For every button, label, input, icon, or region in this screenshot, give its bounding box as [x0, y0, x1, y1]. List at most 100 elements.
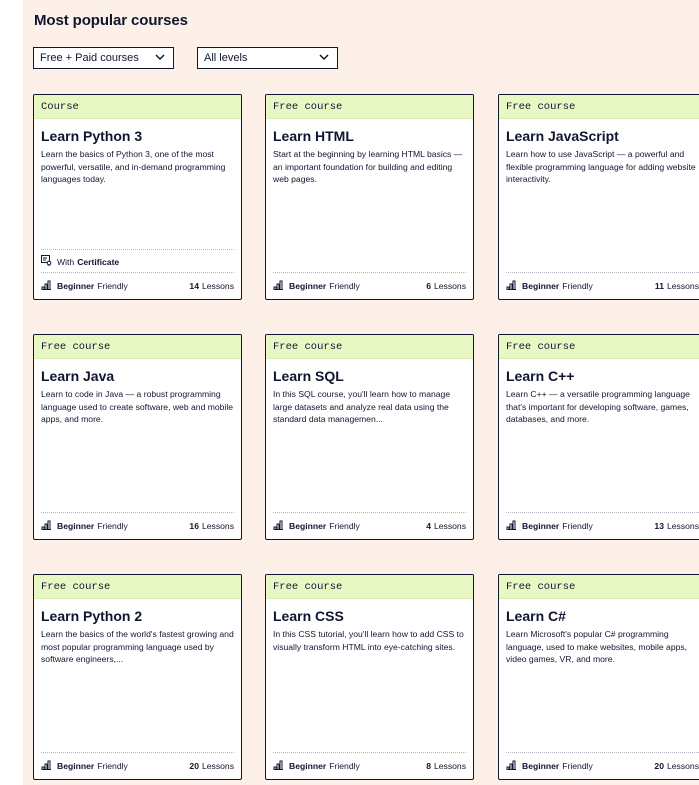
course-title: Learn C# — [506, 608, 566, 624]
difficulty-level: Beginner — [57, 521, 95, 531]
course-footer: Beginner Friendly 14 Lessons — [41, 272, 234, 299]
difficulty-level-suffix: Friendly — [562, 521, 593, 531]
level-bars-icon — [273, 280, 284, 292]
course-title: Learn SQL — [273, 368, 344, 384]
lesson-count-label: Lessons — [201, 281, 234, 291]
course-type-tag: Free course — [499, 575, 699, 599]
level-bars-icon — [41, 280, 52, 292]
course-description: Start at the beginning by learning HTML … — [273, 149, 463, 184]
certificate-icon — [41, 255, 52, 269]
course-description: Learn to code in Java — a robust program… — [41, 389, 234, 424]
course-card[interactable]: Free course Learn HTML Start at the beginn… — [265, 94, 474, 300]
level-filter-value: All levels — [204, 52, 248, 64]
course-title: Learn Java — [41, 368, 115, 384]
difficulty-level: Beginner — [289, 521, 327, 531]
level-filter-select[interactable]: All levels — [197, 47, 338, 69]
course-card[interactable]: Free course Learn JavaScript Learn how to … — [498, 94, 699, 300]
course-card[interactable]: Free course Learn Java Learn to code in Ja… — [33, 334, 242, 540]
difficulty-level: Beginner — [522, 281, 560, 291]
certificate-label: Certificate — [77, 257, 120, 267]
course-title: Learn Python 2 — [41, 608, 143, 624]
difficulty-level: Beginner — [289, 281, 327, 291]
course-footer: Beginner Friendly 20 Lessons — [506, 752, 699, 779]
level-bars-icon — [506, 520, 517, 532]
lesson-count: 13 — [654, 521, 664, 531]
level-bars-icon — [273, 520, 284, 532]
difficulty-level: Beginner — [57, 761, 95, 771]
lesson-count-label: Lessons — [666, 521, 699, 531]
lesson-count-label: Lessons — [201, 761, 234, 771]
course-type-tag: Free course — [266, 95, 473, 119]
course-type-tag: Free course — [266, 335, 473, 359]
lesson-count-label: Lessons — [666, 761, 699, 771]
course-title: Learn C++ — [506, 368, 575, 384]
level-bars-icon — [41, 760, 52, 772]
certificate-info: With Certificate — [41, 249, 234, 270]
lesson-count: 16 — [189, 521, 199, 531]
lesson-count-label: Lessons — [666, 281, 699, 291]
course-description: Learn the basics of the world's fastest … — [41, 629, 234, 664]
difficulty-level-suffix: Friendly — [562, 281, 593, 291]
course-card[interactable]: Free course Learn Python 2 Learn the basic… — [33, 574, 242, 780]
lesson-count: 14 — [189, 281, 199, 291]
course-card[interactable]: Free course Learn C# Learn Microsoft's pop… — [498, 574, 699, 780]
course-card[interactable]: Free course Learn SQL In this SQL course, … — [265, 334, 474, 540]
price-filter-value: Free + Paid courses — [40, 52, 139, 64]
difficulty-level: Beginner — [522, 521, 560, 531]
chevron-down-icon — [319, 48, 329, 61]
lesson-count-label: Lessons — [433, 521, 466, 531]
lesson-count: 20 — [654, 761, 664, 771]
course-type-tag: Course — [34, 95, 241, 119]
lesson-count: 8 — [426, 761, 431, 771]
course-footer: Beginner Friendly 20 Lessons — [41, 752, 234, 779]
course-footer: Beginner Friendly 4 Lessons — [273, 512, 466, 539]
lesson-count: 11 — [654, 281, 664, 291]
course-title: Learn Python 3 — [41, 128, 143, 144]
difficulty-level-suffix: Friendly — [97, 761, 128, 771]
level-bars-icon — [41, 520, 52, 532]
course-type-tag: Free course — [34, 575, 241, 599]
lesson-count: 20 — [189, 761, 199, 771]
course-title: Learn HTML — [273, 128, 354, 144]
course-type-tag: Free course — [499, 95, 699, 119]
difficulty-level-suffix: Friendly — [329, 281, 360, 291]
difficulty-level-suffix: Friendly — [97, 281, 128, 291]
course-footer: Beginner Friendly 16 Lessons — [41, 512, 234, 539]
difficulty-level-suffix: Friendly — [329, 521, 360, 531]
course-description: Learn C++ — a versatile programming lang… — [506, 389, 690, 424]
difficulty-level-suffix: Friendly — [329, 761, 360, 771]
price-filter-select[interactable]: Free + Paid courses — [33, 47, 174, 69]
level-bars-icon — [506, 760, 517, 772]
chevron-down-icon — [155, 48, 165, 61]
course-description: In this CSS tutorial, you'll learn how t… — [273, 629, 464, 652]
certificate-prefix: With — [57, 257, 75, 267]
lesson-count: 4 — [426, 521, 431, 531]
difficulty-level: Beginner — [57, 281, 95, 291]
course-card[interactable]: Course Learn Python 3 Learn the basics of … — [33, 94, 242, 300]
course-card[interactable]: Free course Learn CSS In this CSS tutorial… — [265, 574, 474, 780]
course-description: In this SQL course, you'll learn how to … — [273, 389, 451, 424]
course-title: Learn JavaScript — [506, 128, 619, 144]
lesson-count-label: Lessons — [433, 761, 466, 771]
level-bars-icon — [273, 760, 284, 772]
lesson-count: 6 — [426, 281, 431, 291]
course-footer: Beginner Friendly 13 Lessons — [506, 512, 699, 539]
page-title: Most popular courses — [34, 12, 188, 29]
difficulty-level: Beginner — [289, 761, 327, 771]
course-description: Learn Microsoft's popular C# programming… — [506, 629, 688, 664]
difficulty-level: Beginner — [522, 761, 560, 771]
course-footer: Beginner Friendly 6 Lessons — [273, 272, 466, 299]
course-type-tag: Free course — [499, 335, 699, 359]
course-description: Learn how to use JavaScript — a powerful… — [506, 149, 696, 184]
lesson-count-label: Lessons — [201, 521, 234, 531]
difficulty-level-suffix: Friendly — [97, 521, 128, 531]
difficulty-level-suffix: Friendly — [562, 761, 593, 771]
course-title: Learn CSS — [273, 608, 344, 624]
course-type-tag: Free course — [34, 335, 241, 359]
course-description: Learn the basics of Python 3, one of the… — [41, 149, 226, 184]
level-bars-icon — [506, 280, 517, 292]
course-type-tag: Free course — [266, 575, 473, 599]
course-card[interactable]: Free course Learn C++ Learn C++ — a versat… — [498, 334, 699, 540]
course-footer: Beginner Friendly 8 Lessons — [273, 752, 466, 779]
lesson-count-label: Lessons — [433, 281, 466, 291]
